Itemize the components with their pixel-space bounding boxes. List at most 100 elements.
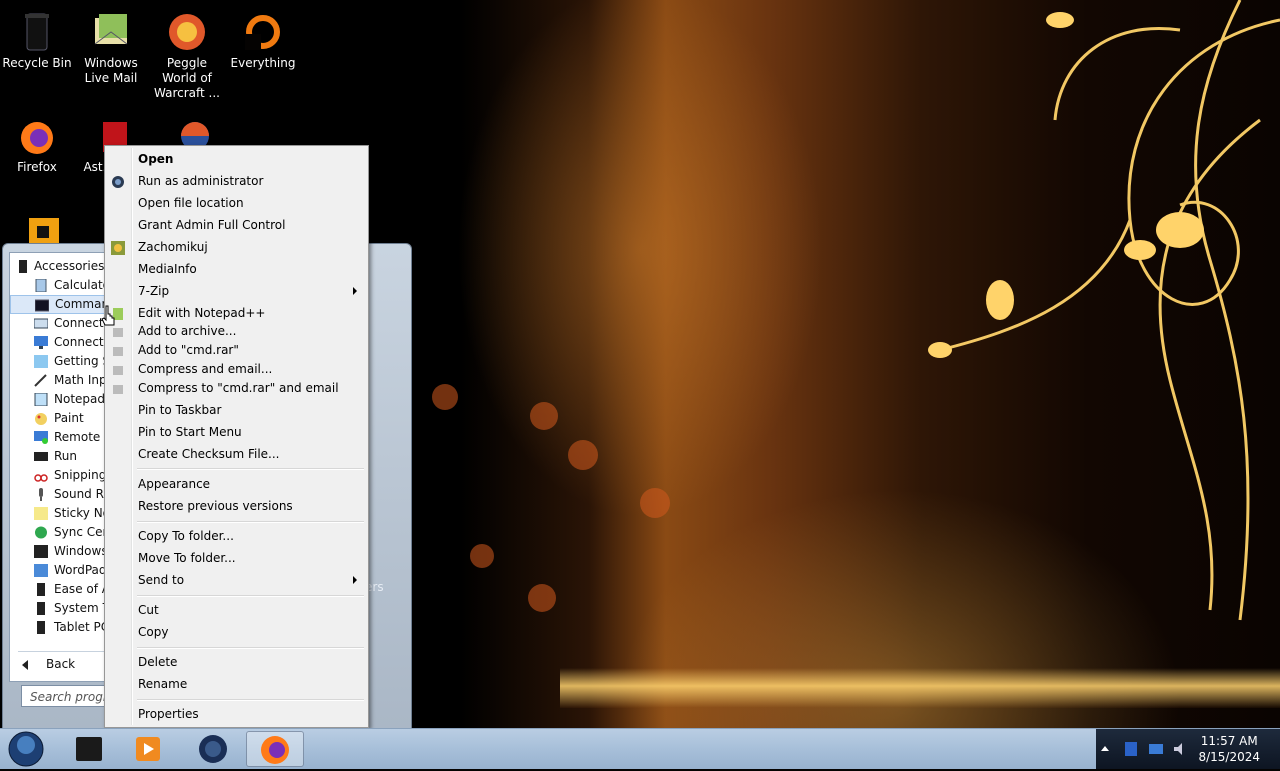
- volume-icon[interactable]: [1172, 741, 1188, 757]
- recycle-bin-icon: [15, 10, 59, 54]
- wallpaper-swirl: [928, 0, 1280, 621]
- wallpaper-bokeh: [432, 384, 458, 410]
- menu-item-send-to[interactable]: Send to: [107, 569, 366, 591]
- menu-item-open-file-location[interactable]: Open file location: [107, 192, 366, 214]
- command-prompt-icon: [34, 299, 50, 312]
- context-menu: Open Run as administrator Open file loca…: [104, 145, 369, 728]
- start-button[interactable]: [6, 731, 46, 767]
- firefox-icon: [261, 736, 289, 764]
- tray-app-icon[interactable]: [1124, 741, 1138, 757]
- menu-item-move-to-folder[interactable]: Move To folder...: [107, 547, 366, 569]
- menu-item-create-checksum[interactable]: Create Checksum File...: [107, 443, 366, 465]
- app-icon: [76, 737, 102, 761]
- winrar-icon: [111, 345, 125, 359]
- clock-time: 11:57 AM: [1200, 734, 1258, 748]
- peggle-icon: [165, 10, 209, 54]
- menu-item-open[interactable]: Open: [107, 148, 366, 170]
- sync-icon: [34, 526, 48, 539]
- menu-item-compress-email[interactable]: Compress and email...: [107, 360, 366, 379]
- network-icon[interactable]: [1148, 742, 1164, 756]
- taskbar-globe-app[interactable]: [186, 731, 240, 767]
- desktop-icon-label: Peggle World of Warcraft ...: [154, 56, 220, 100]
- back-arrow-icon: [22, 659, 28, 670]
- menu-item-run-as-administrator[interactable]: Run as administrator: [107, 170, 366, 192]
- menu-item-compress-cmd-rar-email[interactable]: Compress to "cmd.rar" and email: [107, 379, 366, 398]
- wallpaper-bokeh: [568, 440, 598, 470]
- desktop-icon-everything[interactable]: Everything: [224, 6, 302, 71]
- desktop-icon-label: Recycle Bin: [2, 56, 72, 70]
- winrar-icon: [111, 383, 125, 397]
- windows-orb-icon: [8, 731, 44, 767]
- mail-icon: [89, 10, 133, 54]
- menu-item-grant-admin[interactable]: Grant Admin Full Control: [107, 214, 366, 236]
- submenu-arrow-icon: [353, 576, 357, 584]
- menu-item-7zip[interactable]: 7-Zip: [107, 280, 366, 302]
- network-icon: [33, 317, 49, 330]
- taskbar: 11:57 AM 8/15/2024: [0, 728, 1280, 769]
- desktop-icon-label: Windows Live Mail: [84, 56, 138, 85]
- folder-icon: [34, 602, 48, 615]
- back-button[interactable]: Back: [22, 657, 75, 671]
- menu-item-rename[interactable]: Rename: [107, 673, 366, 695]
- remote-desktop-icon: [34, 431, 48, 444]
- menu-item-pin-start-menu[interactable]: Pin to Start Menu: [107, 421, 366, 443]
- windows-icon: [34, 545, 48, 558]
- menu-item-appearance[interactable]: Appearance: [107, 473, 366, 495]
- wallpaper-bokeh: [470, 544, 494, 568]
- wordpad-icon: [34, 564, 48, 577]
- taskbar-app-1[interactable]: [62, 731, 116, 767]
- run-icon: [34, 450, 48, 463]
- menu-item-edit-notepadpp[interactable]: Edit with Notepad++: [107, 302, 366, 324]
- clock-date: 8/15/2024: [1198, 750, 1260, 764]
- taskbar-firefox[interactable]: [246, 731, 304, 767]
- notepad-icon: [34, 392, 48, 407]
- folder-icon: [34, 621, 48, 634]
- system-tray: 11:57 AM 8/15/2024: [1096, 729, 1280, 769]
- scissors-icon: [34, 469, 48, 482]
- desktop-icon-recycle-bin[interactable]: Recycle Bin: [0, 6, 76, 71]
- pen-icon: [34, 374, 48, 387]
- winrar-icon: [111, 326, 125, 340]
- desktop-icon-firefox[interactable]: Firefox: [0, 110, 76, 175]
- menu-item-mediainfo[interactable]: MediaInfo: [107, 258, 366, 280]
- menu-separator: [137, 468, 364, 470]
- menu-item-zachomikuj[interactable]: Zachomikuj: [107, 236, 366, 258]
- everything-icon: [241, 10, 285, 54]
- desktop-icon-label: Everything: [230, 56, 296, 70]
- clock[interactable]: 11:57 AM 8/15/2024: [1198, 733, 1260, 765]
- menu-item-properties[interactable]: Properties: [107, 703, 366, 725]
- monitor-icon: [34, 336, 48, 349]
- menu-item-delete[interactable]: Delete: [107, 651, 366, 673]
- sticky-note-icon: [34, 507, 48, 520]
- shield-icon: [111, 174, 125, 188]
- microphone-icon: [34, 488, 48, 501]
- menu-item-copy[interactable]: Copy: [107, 621, 366, 643]
- show-hidden-icons-chevron-icon[interactable]: [1101, 746, 1109, 751]
- globe-icon: [199, 735, 227, 763]
- folder-icon: [34, 583, 48, 596]
- menu-item-add-to-archive[interactable]: Add to archive...: [107, 322, 366, 341]
- desktop-icon-label: Firefox: [17, 160, 57, 174]
- menu-separator: [137, 521, 364, 523]
- wallpaper-bokeh: [530, 402, 558, 430]
- desktop-icon-peggle[interactable]: Peggle World of Warcraft ...: [148, 6, 226, 101]
- folder-icon: [16, 260, 30, 273]
- taskbar-media-player[interactable]: [122, 731, 176, 767]
- hand-cursor-icon: [101, 305, 115, 326]
- desktop-icon-windows-live-mail[interactable]: Windows Live Mail: [72, 6, 150, 86]
- menu-item-cut[interactable]: Cut: [107, 599, 366, 621]
- wallpaper-bokeh: [640, 488, 670, 518]
- calculator-icon: [34, 278, 48, 293]
- menu-separator: [137, 595, 364, 597]
- paint-icon: [34, 412, 48, 425]
- menu-item-add-to-cmd-rar[interactable]: Add to "cmd.rar": [107, 341, 366, 360]
- media-player-icon: [136, 737, 160, 761]
- getting-started-icon: [34, 355, 48, 368]
- winrar-icon: [111, 364, 125, 378]
- menu-separator: [137, 647, 364, 649]
- menu-item-copy-to-folder[interactable]: Copy To folder...: [107, 525, 366, 547]
- menu-item-restore-versions[interactable]: Restore previous versions: [107, 495, 366, 517]
- firefox-icon: [15, 114, 59, 158]
- menu-separator: [137, 699, 364, 701]
- menu-item-pin-taskbar[interactable]: Pin to Taskbar: [107, 399, 366, 421]
